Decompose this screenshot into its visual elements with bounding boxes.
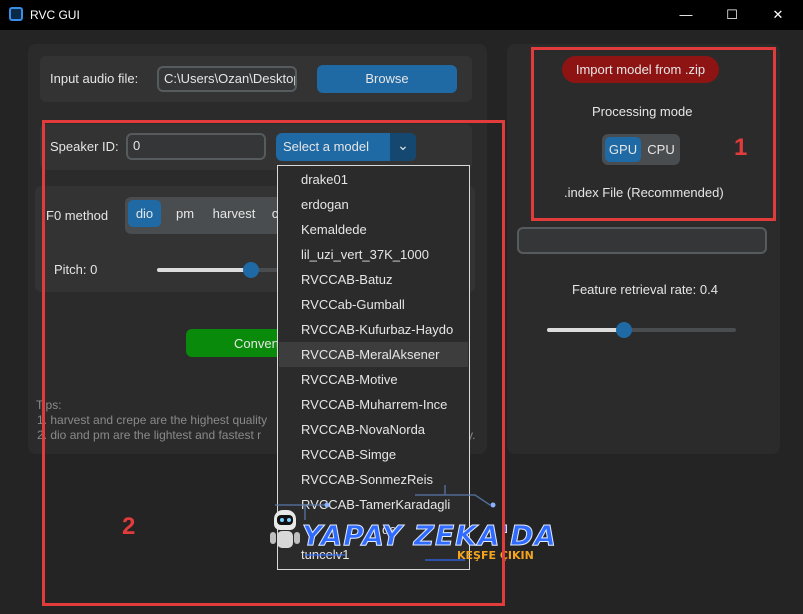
annotation-number-2: 2 (122, 513, 136, 540)
feature-slider-handle[interactable] (616, 322, 632, 338)
window-title: RVC GUI (30, 8, 80, 22)
close-button[interactable]: ✕ (755, 0, 801, 30)
feature-slider-track-right (625, 328, 736, 332)
index-file-field[interactable] (517, 227, 767, 254)
feature-retrieval-label: Feature retrieval rate: 0.4 (572, 282, 718, 297)
annotation-number-1: 1 (734, 134, 748, 161)
feature-slider-track (547, 328, 625, 332)
browse-button[interactable]: Browse (317, 65, 457, 93)
title-bar: RVC GUI — ☐ ✕ (0, 0, 803, 30)
minimize-button[interactable]: — (663, 0, 709, 30)
input-audio-field[interactable]: C:\Users\Ozan\Desktop (157, 66, 297, 92)
annotation-box-2 (42, 120, 505, 606)
app-icon (9, 7, 23, 21)
maximize-button[interactable]: ☐ (709, 0, 755, 30)
input-audio-label: Input audio file: (50, 71, 139, 86)
